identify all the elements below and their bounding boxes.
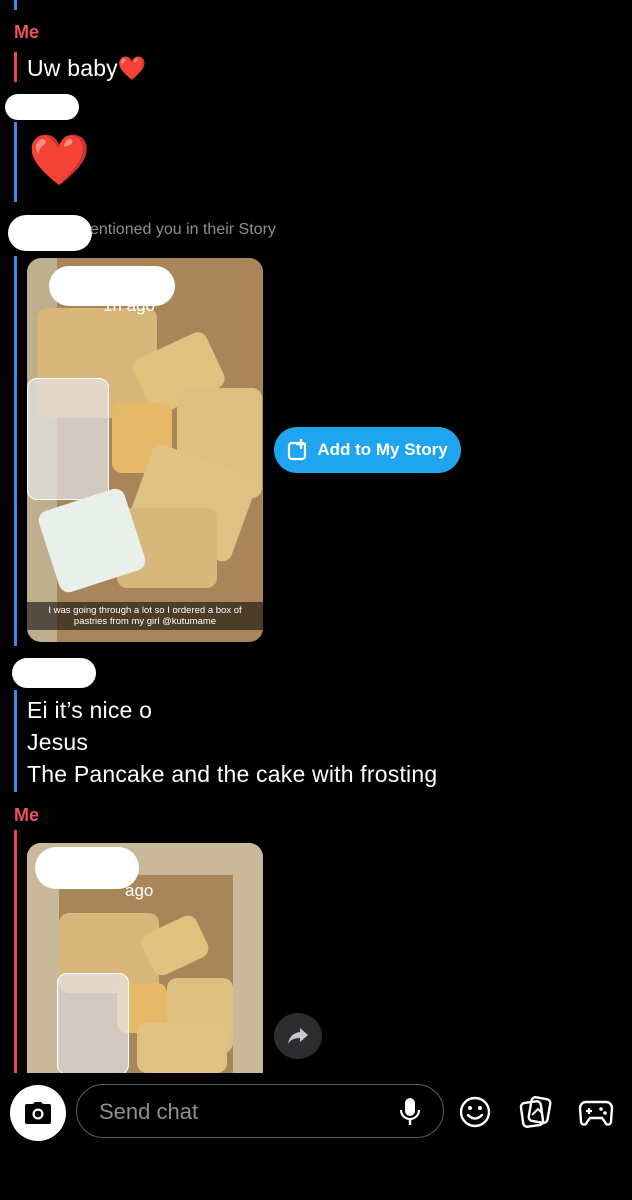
friend-thread-line — [14, 122, 17, 202]
friend-thread-line — [14, 256, 17, 646]
story-time-label: 1h ago — [103, 296, 155, 315]
me-thread-line — [14, 830, 17, 1073]
microphone-icon — [399, 1098, 421, 1125]
redacted-sender-name — [12, 658, 96, 688]
plastic-container — [57, 973, 129, 1073]
redacted-username — [35, 847, 139, 889]
redacted-sender-name — [8, 215, 92, 251]
message-text[interactable]: The Pancake and the cake with frosting — [27, 761, 437, 788]
share-arrow-icon — [288, 1028, 308, 1044]
story-card[interactable]: ago — [27, 843, 263, 1073]
story-mention-notice: entioned you in their Story — [90, 221, 276, 238]
sender-label-me: Me — [14, 22, 40, 42]
pastry-image — [137, 1023, 227, 1073]
send-chat-input[interactable] — [97, 1096, 381, 1128]
stickers-button[interactable] — [517, 1094, 553, 1130]
camera-button[interactable] — [10, 1085, 66, 1141]
sticker-icon — [519, 1096, 552, 1128]
story-caption: I was going through a lot so I ordered a… — [27, 602, 263, 630]
add-to-my-story-label: Add to My Story — [317, 440, 448, 459]
share-button[interactable] — [274, 1013, 322, 1059]
game-controller-icon — [578, 1100, 614, 1126]
emoji-button[interactable] — [457, 1094, 493, 1130]
plastic-container — [27, 378, 109, 500]
redacted-sender-name — [5, 94, 79, 120]
message-text[interactable]: Jesus — [27, 729, 88, 756]
friend-thread-line — [14, 690, 17, 792]
heart-emoji-message[interactable]: ❤️ — [28, 130, 90, 190]
chat-input-box[interactable] — [76, 1084, 444, 1138]
smiley-icon — [459, 1096, 491, 1128]
camera-icon — [25, 1102, 51, 1124]
microphone-button[interactable] — [399, 1097, 421, 1132]
add-story-icon — [288, 439, 307, 461]
me-thread-line — [14, 52, 17, 82]
games-button[interactable] — [578, 1094, 614, 1130]
message-text[interactable]: Uw baby❤️ — [27, 55, 147, 82]
add-to-my-story-button[interactable]: Add to My Story — [274, 427, 461, 473]
thread-line-top — [14, 0, 17, 10]
sender-label-me: Me — [14, 805, 40, 825]
message-text[interactable]: Ei it’s nice o — [27, 697, 152, 724]
story-card[interactable]: 1h ago I was going through a lot so I or… — [27, 258, 263, 642]
story-time-label: ago — [125, 881, 154, 900]
